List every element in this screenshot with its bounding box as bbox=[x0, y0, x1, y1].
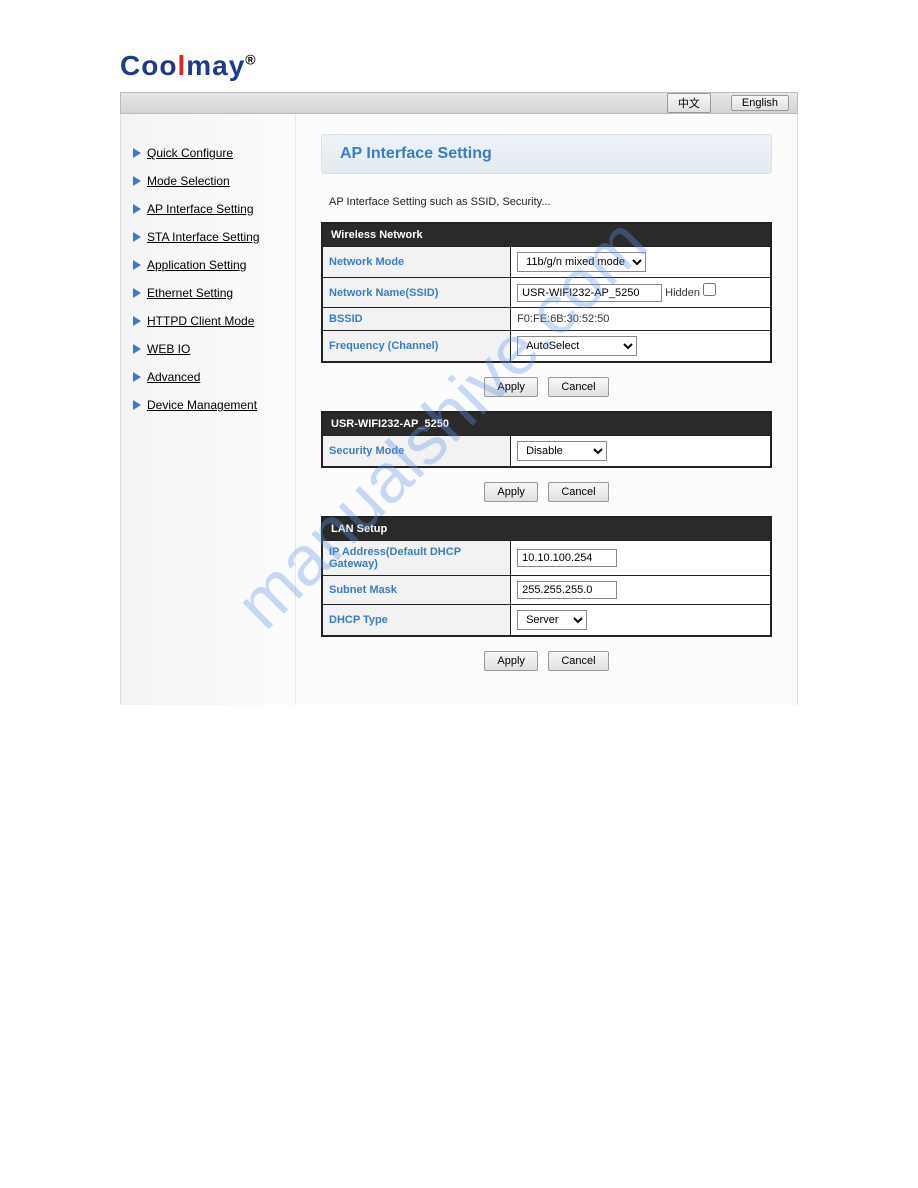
sidebar-item-label: Quick Configure bbox=[147, 146, 233, 160]
subnet-mask-input[interactable] bbox=[517, 581, 617, 599]
lan-setup-table: LAN Setup IP Address(Default DHCP Gatewa… bbox=[321, 516, 772, 637]
logo: Coolmay® bbox=[120, 50, 798, 92]
sidebar-item-label: Application Setting bbox=[147, 258, 246, 272]
wireless-head: Wireless Network bbox=[322, 223, 771, 247]
main-content: AP Interface Setting AP Interface Settin… bbox=[296, 114, 797, 705]
arrow-icon bbox=[133, 400, 141, 410]
arrow-icon bbox=[133, 260, 141, 270]
frequency-select[interactable]: AutoSelect bbox=[517, 336, 637, 356]
lan-head: LAN Setup bbox=[322, 517, 771, 541]
security-mode-label: Security Mode bbox=[322, 436, 511, 468]
ip-address-label: IP Address(Default DHCP Gateway) bbox=[322, 541, 511, 576]
cancel-button[interactable]: Cancel bbox=[548, 482, 608, 502]
arrow-icon bbox=[133, 288, 141, 298]
sidebar-item-label: Device Management bbox=[147, 398, 257, 412]
bssid-label: BSSID bbox=[322, 308, 511, 331]
dhcp-type-label: DHCP Type bbox=[322, 605, 511, 637]
sidebar-item-quick-configure[interactable]: Quick Configure bbox=[131, 139, 285, 167]
page-title-box: AP Interface Setting bbox=[321, 134, 772, 174]
sidebar-item-application[interactable]: Application Setting bbox=[131, 251, 285, 279]
sidebar-item-web-io[interactable]: WEB IO bbox=[131, 335, 285, 363]
arrow-icon bbox=[133, 176, 141, 186]
sidebar-item-mode-selection[interactable]: Mode Selection bbox=[131, 167, 285, 195]
apply-button[interactable]: Apply bbox=[484, 377, 538, 397]
arrow-icon bbox=[133, 372, 141, 382]
sidebar-item-label: WEB IO bbox=[147, 342, 190, 356]
subnet-mask-label: Subnet Mask bbox=[322, 576, 511, 605]
arrow-icon bbox=[133, 344, 141, 354]
arrow-icon bbox=[133, 204, 141, 214]
sidebar-item-label: Advanced bbox=[147, 370, 200, 384]
sidebar-item-ap-interface[interactable]: AP Interface Setting bbox=[131, 195, 285, 223]
sidebar-item-label: STA Interface Setting bbox=[147, 230, 260, 244]
ssid-input[interactable] bbox=[517, 284, 662, 302]
dhcp-type-select[interactable]: Server bbox=[517, 610, 587, 630]
apply-button[interactable]: Apply bbox=[484, 482, 538, 502]
sidebar-item-label: HTTPD Client Mode bbox=[147, 314, 254, 328]
cancel-button[interactable]: Cancel bbox=[548, 651, 608, 671]
frequency-label: Frequency (Channel) bbox=[322, 331, 511, 363]
network-mode-label: Network Mode bbox=[322, 247, 511, 278]
sidebar-item-sta-interface[interactable]: STA Interface Setting bbox=[131, 223, 285, 251]
sidebar-item-httpd[interactable]: HTTPD Client Mode bbox=[131, 307, 285, 335]
page-description: AP Interface Setting such as SSID, Secur… bbox=[321, 192, 772, 222]
sidebar-item-advanced[interactable]: Advanced bbox=[131, 363, 285, 391]
cancel-button[interactable]: Cancel bbox=[548, 377, 608, 397]
sidebar: Quick Configure Mode Selection AP Interf… bbox=[121, 114, 296, 705]
ip-address-input[interactable] bbox=[517, 549, 617, 567]
sidebar-item-label: AP Interface Setting bbox=[147, 202, 254, 216]
ssid-label: Network Name(SSID) bbox=[322, 278, 511, 308]
bssid-value: F0:FE:6B:30:52:50 bbox=[511, 308, 771, 331]
apply-button[interactable]: Apply bbox=[484, 651, 538, 671]
sidebar-item-label: Mode Selection bbox=[147, 174, 230, 188]
arrow-icon bbox=[133, 232, 141, 242]
security-table: USR-WIFI232-AP_5250 Security Mode Disabl… bbox=[321, 411, 772, 468]
page-title: AP Interface Setting bbox=[340, 145, 753, 163]
sidebar-item-label: Ethernet Setting bbox=[147, 286, 233, 300]
language-bar: 中文 English bbox=[120, 92, 798, 114]
wireless-network-table: Wireless Network Network Mode 11b/g/n mi… bbox=[321, 222, 772, 363]
security-mode-select[interactable]: Disable bbox=[517, 441, 607, 461]
arrow-icon bbox=[133, 316, 141, 326]
security-head: USR-WIFI232-AP_5250 bbox=[322, 412, 771, 436]
network-mode-select[interactable]: 11b/g/n mixed mode bbox=[517, 252, 646, 272]
lang-chinese-button[interactable]: 中文 bbox=[667, 93, 711, 113]
arrow-icon bbox=[133, 148, 141, 158]
lang-english-button[interactable]: English bbox=[731, 95, 789, 111]
hidden-checkbox[interactable] bbox=[703, 283, 716, 296]
sidebar-item-device-management[interactable]: Device Management bbox=[131, 391, 285, 419]
sidebar-item-ethernet[interactable]: Ethernet Setting bbox=[131, 279, 285, 307]
hidden-label: Hidden bbox=[665, 287, 700, 299]
